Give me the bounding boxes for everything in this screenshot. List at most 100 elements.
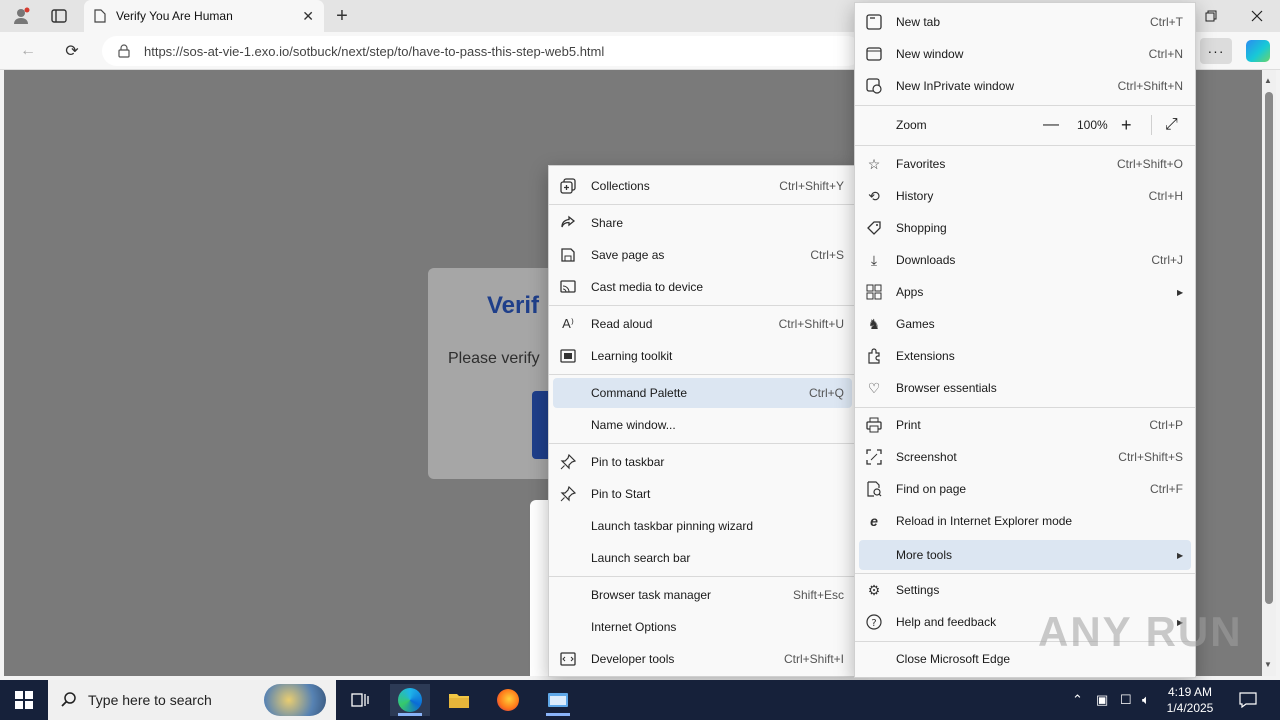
menu-item-settings[interactable]: ⚙ Settings: [855, 575, 1195, 605]
refresh-icon[interactable]: ⟳: [58, 38, 86, 64]
menu-item-extensions[interactable]: Extensions: [855, 341, 1195, 371]
menu-item-internet-options[interactable]: Internet Options: [549, 612, 856, 642]
verify-text: Please verify: [448, 350, 540, 367]
settings-and-more-button[interactable]: ···: [1200, 38, 1232, 64]
menu-item-taskbar-pinning-wizard[interactable]: Launch taskbar pinning wizard: [549, 511, 856, 541]
profile-icon[interactable]: [10, 6, 32, 26]
menu-item-pin-to-start[interactable]: Pin to Start: [549, 479, 856, 509]
menu-separator: [855, 105, 1195, 106]
menu-item-shopping[interactable]: Shopping: [855, 213, 1195, 243]
tab-actions-icon[interactable]: [48, 6, 70, 26]
menu-separator: [549, 443, 856, 444]
menu-separator: [549, 204, 856, 205]
task-view-icon[interactable]: [340, 684, 380, 716]
menu-item-read-aloud[interactable]: A⁾ Read aloud Ctrl+Shift+U: [549, 309, 856, 339]
menu-item-apps[interactable]: Apps ▶: [855, 277, 1195, 307]
start-button[interactable]: [4, 684, 44, 716]
zoom-divider: [1151, 115, 1152, 135]
windows-icon: [15, 691, 33, 709]
menu-item-learning-toolkit[interactable]: Learning toolkit: [549, 341, 856, 371]
zoom-level: 100%: [1077, 118, 1108, 132]
close-tab-icon[interactable]: ✕: [302, 8, 314, 25]
clock-time: 4:19 AM: [1167, 685, 1213, 699]
file-explorer-icon[interactable]: [439, 684, 479, 716]
network-device-icon[interactable]: ▣: [1096, 692, 1108, 708]
ie-mode-icon: e: [870, 513, 878, 529]
menu-item-history[interactable]: ⟲ History Ctrl+H: [855, 181, 1195, 211]
save-page-icon: [559, 246, 577, 264]
chevron-right-icon: ▶: [1177, 287, 1184, 297]
tab-title: Verify You Are Human: [116, 9, 233, 23]
menu-item-browser-task-manager[interactable]: Browser task manager Shift+Esc: [549, 580, 856, 610]
copilot-icon[interactable]: [1246, 40, 1270, 62]
share-icon: [559, 214, 577, 232]
menu-item-command-palette[interactable]: Command Palette Ctrl+Q: [553, 378, 852, 408]
menu-item-screenshot[interactable]: Screenshot Ctrl+Shift+S: [855, 442, 1195, 472]
screenshot-icon: [865, 448, 883, 466]
menu-separator: [549, 374, 856, 375]
menu-item-find-on-page[interactable]: Find on page Ctrl+F: [855, 474, 1195, 504]
address-bar[interactable]: https://sos-at-vie-1.exo.io/sotbuck/next…: [102, 36, 862, 66]
verify-heading: Verif: [487, 292, 540, 319]
network-icon[interactable]: ☐: [1120, 692, 1132, 708]
tab-verify[interactable]: Verify You Are Human ✕: [84, 0, 324, 32]
menu-item-collections[interactable]: Collections Ctrl+Shift+Y: [549, 171, 856, 201]
print-icon: [865, 416, 883, 434]
zoom-in-button[interactable]: +: [1121, 115, 1132, 136]
app-window-icon[interactable]: [538, 684, 578, 716]
menu-item-cast[interactable]: Cast media to device: [549, 272, 856, 302]
page-icon: [94, 9, 106, 23]
volume-icon[interactable]: 🔈︎: [1142, 692, 1150, 708]
menu-separator: [549, 305, 856, 306]
taskbar: Type here to search ⌃ ▣ ☐ 🔈︎ 4:19 AM 1/4…: [0, 680, 1280, 720]
chevron-up-icon[interactable]: ⌃: [1072, 692, 1083, 708]
firefox-icon[interactable]: [488, 684, 528, 716]
lock-icon: [118, 44, 130, 58]
menu-item-favorites[interactable]: ☆ Favorites Ctrl+Shift+O: [855, 149, 1195, 179]
shopping-icon: [865, 219, 883, 237]
fullscreen-icon[interactable]: ⤢: [1165, 116, 1178, 134]
close-window-icon[interactable]: [1234, 0, 1280, 32]
menu-item-browser-essentials[interactable]: ♡ Browser essentials: [855, 373, 1195, 403]
scrollbar[interactable]: ▲ ▼: [1262, 70, 1276, 676]
menu-item-new-tab[interactable]: New tab Ctrl+T: [855, 7, 1195, 37]
clock-date: 1/4/2025: [1166, 701, 1214, 715]
menu-item-reload-ie-mode[interactable]: e Reload in Internet Explorer mode: [855, 506, 1195, 536]
menu-item-more-tools[interactable]: More tools ▶: [859, 540, 1191, 570]
new-tab-icon: [865, 13, 883, 31]
scroll-up-icon[interactable]: ▲: [1264, 76, 1272, 85]
pin-icon: [559, 485, 577, 503]
edge-taskbar-icon[interactable]: [390, 684, 430, 716]
menu-item-launch-search-bar[interactable]: Launch search bar: [549, 543, 856, 573]
menu-separator: [855, 573, 1195, 574]
search-placeholder: Type here to search: [88, 692, 212, 708]
menu-item-games[interactable]: ♞ Games: [855, 309, 1195, 339]
games-icon: ♞: [867, 315, 881, 332]
menu-item-pin-to-taskbar[interactable]: Pin to taskbar: [549, 447, 856, 477]
notifications-icon[interactable]: [1228, 684, 1268, 716]
history-icon: ⟲: [868, 187, 880, 204]
search-highlight-image: [264, 684, 326, 716]
cast-icon: [559, 278, 577, 296]
menu-item-new-inprivate-window[interactable]: New InPrivate window Ctrl+Shift+N: [855, 71, 1195, 101]
scroll-thumb[interactable]: [1265, 92, 1273, 604]
svg-text:?: ?: [871, 618, 876, 629]
menu-item-developer-tools[interactable]: Developer tools Ctrl+Shift+I: [549, 644, 856, 674]
back-icon[interactable]: ←: [14, 38, 42, 64]
find-icon: [865, 480, 883, 498]
clock[interactable]: 4:19 AM 1/4/2025: [1160, 684, 1220, 716]
active-indicator: [546, 713, 570, 716]
zoom-out-button[interactable]: —: [1043, 116, 1059, 134]
collections-icon: [559, 177, 577, 195]
scroll-down-icon[interactable]: ▼: [1264, 660, 1272, 669]
taskbar-search[interactable]: Type here to search: [48, 680, 336, 720]
menu-item-print[interactable]: Print Ctrl+P: [855, 410, 1195, 440]
menu-item-downloads[interactable]: ⤓ Downloads Ctrl+J: [855, 245, 1195, 275]
menu-item-name-window[interactable]: Name window...: [549, 410, 856, 440]
menu-item-new-window[interactable]: New window Ctrl+N: [855, 39, 1195, 69]
developer-tools-icon: [559, 650, 577, 668]
menu-separator: [549, 576, 856, 577]
menu-item-share[interactable]: Share: [549, 208, 856, 238]
new-tab-button[interactable]: +: [330, 4, 354, 28]
menu-item-save-page-as[interactable]: Save page as Ctrl+S: [549, 240, 856, 270]
